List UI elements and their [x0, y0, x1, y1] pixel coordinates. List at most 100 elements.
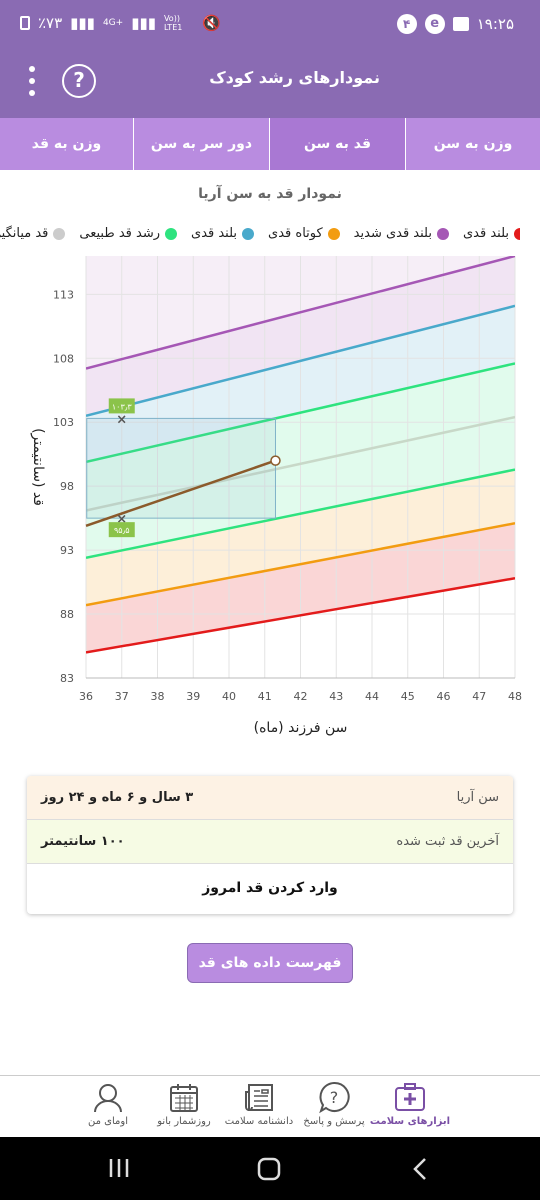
newspaper-icon: [245, 1084, 273, 1111]
status-bar: ٪۷۳ ▮▮▮ 4G+ ▮▮▮ Vo)) LTE1 🔇 ۴ e ۱۹:۲۵: [0, 0, 540, 44]
last-height-value: ۱۰۰ سانتیمتر: [41, 834, 125, 849]
y-tick-label: 103: [53, 416, 74, 429]
tab-weight-for-age[interactable]: وزن به سن: [405, 118, 540, 170]
nav-label: روزشمار بانو: [157, 1116, 211, 1127]
y-tick-label: 93: [60, 544, 74, 557]
legend-dot: [242, 227, 255, 240]
back-icon[interactable]: [410, 1157, 432, 1181]
x-tick-label: 41: [258, 690, 272, 703]
calendar-icon: [170, 1084, 198, 1112]
age-row: سن آریا ۳ سال و ۶ ماه و ۲۴ روز: [27, 776, 513, 820]
legend-item[interactable]: بلند قدی: [191, 226, 255, 241]
legend-dot: [327, 227, 340, 240]
status-right: ۴ e ۱۹:۲۵: [396, 14, 514, 34]
app-bar: ? نمودارهای رشد کودک: [0, 44, 540, 118]
signal-icon-2: ▮▮▮: [131, 14, 156, 32]
page-title: نمودارهای رشد کودک: [209, 68, 380, 87]
notification-count-badge: ۴: [396, 14, 417, 34]
y-tick-label: 88: [60, 608, 74, 621]
child-current-point: [270, 455, 281, 466]
x-tick-label: 48: [508, 690, 522, 703]
marker-label: ۱۰۳٫۳: [112, 402, 132, 411]
signal-icon: ▮▮▮: [70, 14, 95, 32]
enter-today-height-button[interactable]: وارد کردن قد امروز: [27, 864, 513, 914]
battery-icon: [20, 16, 30, 30]
last-height-label: آخرین قد ثبت شده: [396, 834, 499, 849]
x-tick-label: 44: [365, 690, 379, 703]
chart-title: نمودار قد به سن آریا: [198, 186, 342, 202]
legend-label: کوتاه قدی: [268, 226, 323, 241]
system-navigation-bar: [0, 1137, 540, 1200]
info-card: سن آریا ۳ سال و ۶ ماه و ۲۴ روز آخرین قد …: [27, 776, 513, 914]
app-notification-icon: e: [424, 14, 445, 34]
y-tick-label: 83: [60, 672, 74, 685]
last-height-row: آخرین قد ثبت شده ۱۰۰ سانتیمتر: [27, 820, 513, 864]
mute-icon: 🔇: [201, 14, 221, 32]
home-icon[interactable]: [257, 1157, 281, 1181]
highlight-box: [86, 417, 276, 519]
x-tick-label: 40: [222, 690, 236, 703]
tab-head-circumference-for-age[interactable]: دور سر به سن: [133, 118, 269, 170]
recent-apps-icon[interactable]: [108, 1157, 130, 1179]
legend-dot: [514, 227, 520, 240]
marker-x: ×: [116, 412, 127, 427]
gallery-notification-icon: [452, 17, 469, 31]
volte-badge: Vo)) LTE1: [163, 14, 183, 32]
nav-health-tools[interactable]: ابزارهای سلامت: [368, 1080, 452, 1127]
legend-label: قد میانگین: [0, 226, 49, 241]
x-tick-label: 42: [294, 690, 308, 703]
question-bubble-icon: ?: [319, 1081, 350, 1114]
chart-legend: بلند قدی بلند قدی شدید کوتاه قدی بلند قدی رش…: [0, 220, 520, 250]
nav-calendar[interactable]: روزشمار بانو: [142, 1080, 226, 1127]
help-icon[interactable]: ?: [62, 64, 96, 98]
tab-height-for-age[interactable]: قد به سن: [269, 118, 405, 170]
legend-item[interactable]: قد میانگین: [0, 226, 66, 241]
nav-label: ابزارهای سلامت: [369, 1116, 451, 1127]
age-value: ۳ سال و ۶ ماه و ۲۴ روز: [41, 790, 194, 805]
x-tick-label: 36: [79, 690, 93, 703]
legend-item[interactable]: بلند قدی شدید: [354, 226, 449, 241]
x-axis-label: سن فرزند (ماه): [254, 720, 348, 736]
profile-icon: [94, 1084, 122, 1113]
nav-label: اومای من: [88, 1116, 128, 1127]
height-for-age-chart: 36 37 38 39 40 41 42 43 44 45 46 47 48 83 88 93 98 103 108…: [30, 256, 522, 736]
chart-tabs: وزن به قد دور سر به سن قد به سن وزن به س…: [0, 118, 540, 170]
legend-item[interactable]: کوتاه قدی: [268, 226, 340, 241]
nav-questions[interactable]: ? پرسش و پاسخ: [292, 1080, 376, 1127]
legend-label: بلند قدی: [191, 226, 238, 241]
more-options-icon[interactable]: [22, 64, 42, 100]
legend-dot: [165, 227, 178, 240]
status-left: ٪۷۳ ▮▮▮ 4G+ ▮▮▮ Vo)) LTE1 🔇: [20, 14, 221, 32]
marker-label: ۹۵٫۵: [114, 526, 130, 535]
tab-weight-for-height[interactable]: وزن به قد: [0, 118, 133, 170]
x-tick-label: 46: [437, 690, 451, 703]
battery-level: ٪۷۳: [38, 14, 63, 32]
legend-item[interactable]: بلند قدی: [463, 226, 520, 241]
medical-kit-icon: [395, 1083, 425, 1111]
nav-label: پرسش و پاسخ: [303, 1116, 365, 1127]
y-axis-label: قد (سانتیمتر): [30, 428, 46, 506]
height-data-list-button[interactable]: فهرست داده های قد آریا: [187, 943, 353, 1009]
y-tick-label: 98: [60, 480, 74, 493]
legend-dot: [53, 227, 66, 240]
network-type: 4G+: [102, 18, 124, 28]
age-label: سن آریا: [456, 790, 499, 805]
x-tick-label: 45: [401, 690, 415, 703]
legend-label: بلند قدی شدید: [353, 226, 432, 241]
x-tick-label: 43: [329, 690, 343, 703]
x-tick-label: 39: [186, 690, 200, 703]
nav-my-profile[interactable]: اومای من: [66, 1080, 150, 1127]
legend-label: رشد قد طبیعی: [79, 226, 161, 241]
x-tick-label: 47: [472, 690, 486, 703]
legend-label: بلند قدی: [462, 226, 509, 241]
bottom-navigation: ابزارهای سلامت ? پرسش و پاسخ دانشنامه سل…: [0, 1075, 540, 1137]
nav-health-encyclopedia[interactable]: دانشنامه سلامت: [217, 1080, 301, 1127]
x-tick-label: 38: [151, 690, 165, 703]
y-tick-label: 108: [53, 352, 74, 365]
legend-item[interactable]: رشد قد طبیعی: [79, 226, 178, 241]
legend-dot: [436, 227, 449, 240]
nav-label: دانشنامه سلامت: [224, 1116, 294, 1127]
y-tick-label: 113: [53, 288, 74, 301]
svg-text:?: ?: [330, 1088, 339, 1107]
x-tick-label: 37: [115, 690, 129, 703]
